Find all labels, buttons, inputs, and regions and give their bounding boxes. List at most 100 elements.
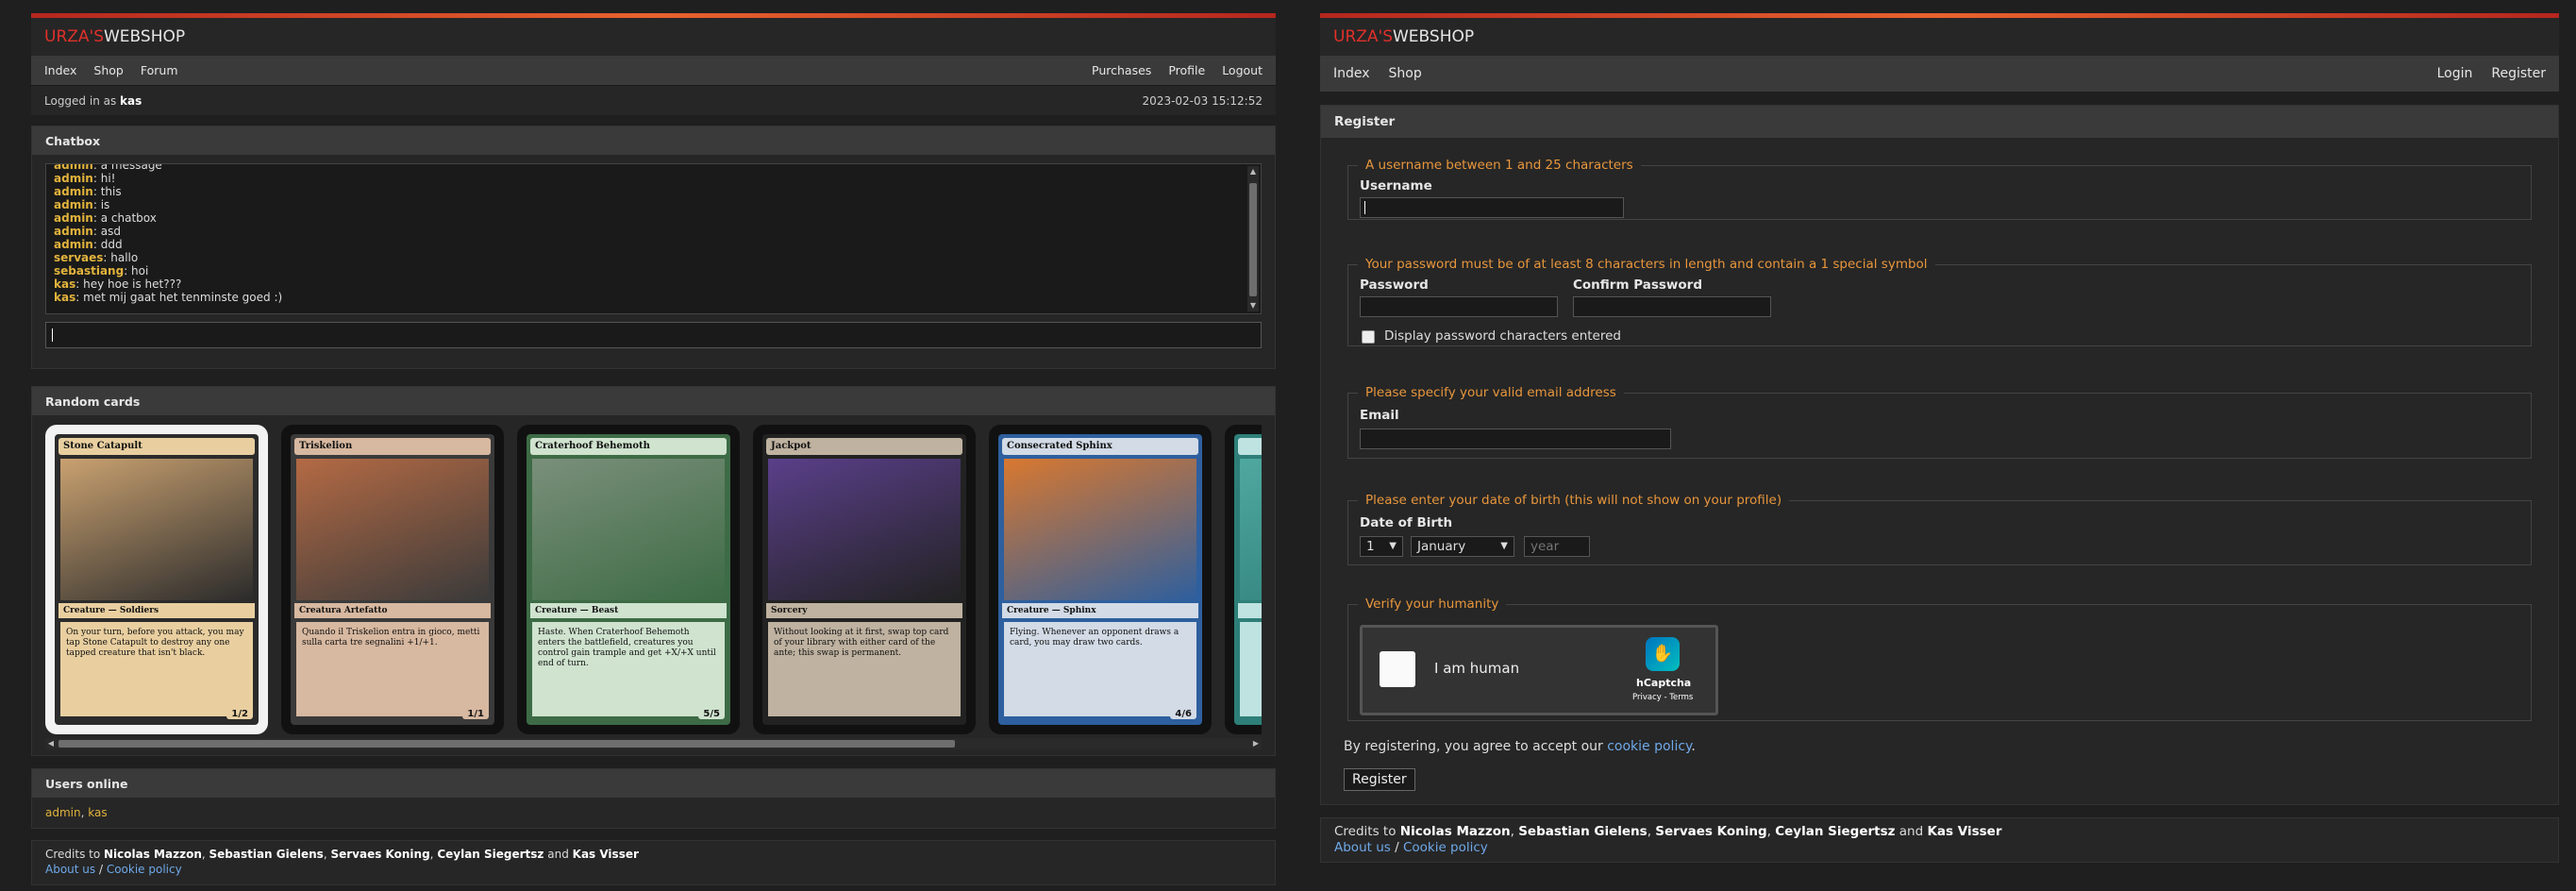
card-type-line: Creatura Artefatto	[294, 603, 491, 618]
username-input[interactable]	[1360, 197, 1624, 218]
nav-profile-link[interactable]: Profile	[1168, 63, 1205, 77]
online-user-link[interactable]: kas	[88, 806, 107, 819]
card-thumbnail[interactable]	[1225, 425, 1262, 734]
chat-username[interactable]: admin	[54, 238, 93, 251]
password-input[interactable]	[1360, 296, 1558, 317]
users-online-title: Users online	[32, 769, 1275, 798]
online-user-link[interactable]: admin	[45, 806, 81, 819]
month-select[interactable]: January ▼	[1411, 536, 1514, 557]
captcha-fieldset: Verify your humanity I am human ✋ hCaptc…	[1347, 597, 2532, 721]
nav-shop-link[interactable]: Shop	[93, 63, 123, 77]
register-panel: Register A username between 1 and 25 cha…	[1320, 105, 2559, 805]
card-thumbnail[interactable]: Consecrated Sphinx Creature — Sphinx Flyin…	[989, 425, 1212, 734]
logo-accent-text: URZA'S	[1333, 27, 1393, 46]
chat-message: admin: is	[54, 198, 1236, 211]
scroll-up-icon[interactable]: ▲	[1247, 166, 1259, 177]
card-scroll-thumb[interactable]	[59, 740, 955, 748]
chat-username[interactable]: admin	[54, 164, 93, 172]
card-frame: Craterhoof Behemoth Creature — Beast Haste…	[527, 434, 730, 725]
chat-username[interactable]: admin	[54, 225, 93, 238]
card-power-toughness: 5/5	[698, 709, 725, 719]
chat-username[interactable]: admin	[54, 211, 93, 225]
random-cards-panel: Random cards Stone Catapult Creature — So…	[31, 386, 1276, 756]
card-power-toughness: 1/1	[462, 709, 489, 719]
nav-register-link[interactable]: Register	[2491, 66, 2546, 81]
nav-index-link[interactable]: Index	[1333, 66, 1370, 81]
card-thumbnail[interactable]: Triskelion Creatura Artefatto Quando il Tr…	[281, 425, 504, 734]
chat-message: admin: hi!	[54, 172, 1236, 185]
username-hint: A username between 1 and 25 characters	[1365, 158, 1633, 173]
cookie-policy-link[interactable]: Cookie policy	[1403, 840, 1488, 855]
chat-message-input[interactable]	[45, 322, 1262, 348]
nav-forum-link[interactable]: Forum	[141, 63, 178, 77]
confirm-password-input[interactable]	[1573, 296, 1771, 317]
chevron-down-icon: ▼	[1500, 541, 1508, 551]
scroll-right-icon[interactable]: ▶	[1250, 738, 1262, 749]
chat-text: : ddd	[92, 238, 123, 251]
card-rules-text: On your turn, before you attack, you may…	[60, 622, 253, 716]
logo-accent-text: URZA'S	[44, 27, 104, 46]
chat-text: : this	[92, 185, 122, 198]
nav-purchases-link[interactable]: Purchases	[1092, 63, 1151, 77]
scroll-down-icon[interactable]: ▼	[1247, 300, 1259, 311]
card-thumbnail[interactable]: Stone Catapult Creature — Soldiers On your…	[45, 425, 268, 734]
card-thumbnail[interactable]: Craterhoof Behemoth Creature — Beast Haste…	[517, 425, 740, 734]
chatbox-panel: Chatbox admin: a message admin: hi! admin:…	[31, 126, 1276, 369]
about-us-link[interactable]: About us	[1334, 840, 1391, 855]
chat-username[interactable]: sebastiang	[54, 264, 124, 277]
day-select[interactable]: 1 ▼	[1360, 536, 1403, 557]
captcha-checkbox[interactable]	[1380, 651, 1415, 687]
site-header: URZA'S WEBSHOP Index Shop Login Register	[1320, 13, 2559, 92]
card-thumbnail[interactable]: Jackpot Sorcery Without looking at it firs…	[753, 425, 976, 734]
chat-message: kas: hey hoe is het???	[54, 277, 1236, 291]
site-logo[interactable]: URZA'S WEBSHOP	[31, 18, 1276, 56]
chat-username[interactable]: servaes	[54, 251, 103, 264]
card-name	[1238, 438, 1262, 455]
card-art	[1240, 459, 1262, 600]
nav-login-link[interactable]: Login	[2437, 66, 2473, 81]
chat-username[interactable]: kas	[54, 277, 75, 291]
show-password-checkbox[interactable]	[1362, 330, 1375, 344]
site-logo[interactable]: URZA'S WEBSHOP	[1320, 18, 2559, 56]
card-rules-text: Without looking at it first, swap top ca…	[768, 622, 961, 716]
users-online-panel: Users online admin, kas	[31, 768, 1276, 829]
card-carousel[interactable]: Stone Catapult Creature — Soldiers On your…	[45, 425, 1262, 736]
email-label: Email	[1360, 408, 1399, 423]
card-frame: Consecrated Sphinx Creature — Sphinx Flyin…	[998, 434, 1202, 725]
chat-log[interactable]: admin: a message admin: hi! admin: this adm…	[45, 163, 1262, 314]
webshop-window-logged-in: URZA'S WEBSHOP Index Shop Forum Purchase…	[31, 13, 1276, 885]
captcha-privacy-terms-link[interactable]: Privacy - Terms	[1632, 693, 1693, 702]
nav-shop-link[interactable]: Shop	[1389, 66, 1422, 81]
card-carousel-scrollbar[interactable]: ◀ ▶	[45, 738, 1262, 749]
card-art	[532, 459, 725, 600]
year-input[interactable]	[1524, 536, 1590, 557]
nav-logout-link[interactable]: Logout	[1222, 63, 1263, 77]
about-us-link[interactable]: About us	[45, 863, 95, 876]
current-username: kas	[120, 93, 142, 108]
chat-username[interactable]: kas	[54, 291, 75, 304]
card-rules-text: Quando il Triskelion entra in gioco, met…	[296, 622, 489, 716]
card-type-line	[1238, 603, 1262, 618]
password-hint: Your password must be of at least 8 char…	[1365, 257, 1928, 272]
show-password-label[interactable]: Display password characters entered	[1384, 328, 1621, 344]
chat-message: admin: a message	[54, 164, 1236, 172]
user-status-bar: Logged in as kas 2023-02-03 15:12:52	[31, 85, 1276, 115]
email-hint: Please specify your valid email address	[1365, 385, 1616, 400]
email-input[interactable]	[1360, 429, 1671, 449]
card-rules-text: Haste. When Craterhoof Behemoth enters t…	[532, 622, 725, 716]
chatbox-title: Chatbox	[32, 126, 1275, 155]
chat-scrollbar[interactable]: ▲ ▼	[1247, 166, 1259, 311]
logo-text: WEBSHOP	[104, 27, 186, 46]
card-type-line: Creature — Sphinx	[1002, 603, 1198, 618]
cookie-policy-link[interactable]: cookie policy	[1607, 739, 1691, 754]
chat-username[interactable]: admin	[54, 198, 93, 211]
chat-username[interactable]: admin	[54, 185, 93, 198]
chat-username[interactable]: admin	[54, 172, 93, 185]
credits-line: Credits to Nicolas Mazzon, Sebastian Gie…	[45, 848, 639, 861]
nav-index-link[interactable]: Index	[44, 63, 76, 77]
register-button[interactable]: Register	[1344, 768, 1415, 791]
chat-scroll-thumb[interactable]	[1249, 183, 1257, 296]
scroll-left-icon[interactable]: ◀	[45, 738, 57, 749]
cookie-policy-link[interactable]: Cookie policy	[107, 863, 182, 876]
online-users-list: admin, kas	[45, 806, 108, 819]
